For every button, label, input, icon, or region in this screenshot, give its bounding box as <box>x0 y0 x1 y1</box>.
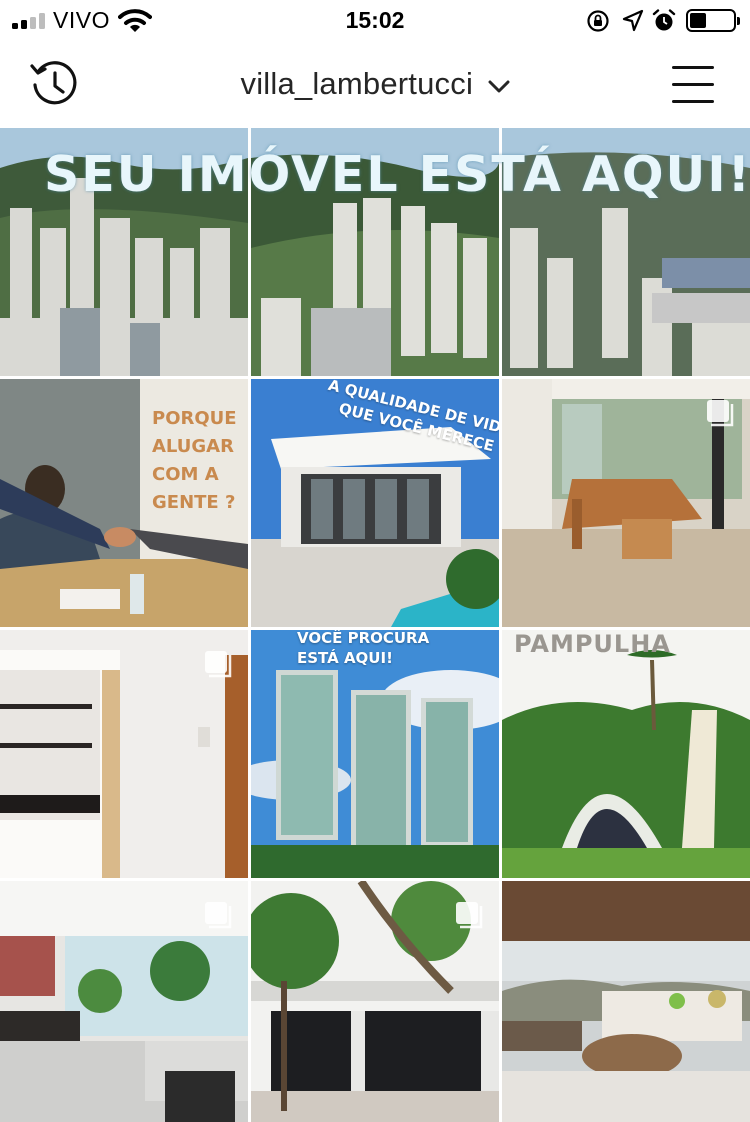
status-bar: VIVO 15:02 <box>0 0 750 42</box>
you-look-for-line: VOCÊ PROCURA <box>297 630 430 647</box>
battery-icon <box>686 9 740 32</box>
menu-icon[interactable] <box>668 62 718 108</box>
post-kitchen-niche[interactable] <box>0 630 248 878</box>
multiple-photos-icon <box>707 400 734 427</box>
post-kitchen-living[interactable] <box>0 881 248 1122</box>
rent-text-line: COM A <box>152 464 219 485</box>
post-terrace[interactable] <box>502 881 750 1122</box>
post-pampulha[interactable]: PAMPULHA <box>502 630 750 878</box>
account-switcher[interactable]: villa_lambertucci <box>0 66 750 102</box>
post-dining-room[interactable] <box>502 379 750 627</box>
rent-text-line: GENTE ? <box>152 492 236 513</box>
multiple-photos-icon <box>205 902 232 929</box>
location-arrow-icon <box>622 9 644 32</box>
post-you-look-for[interactable]: VOCÊ PROCURA ESTÁ AQUI! <box>251 630 499 878</box>
terrace-photo <box>502 881 750 1122</box>
post-rent-with-us[interactable]: PORQUE ALUGAR COM A GENTE ? <box>0 379 248 627</box>
rent-text: PORQUE ALUGAR COM A GENTE ? <box>152 405 237 517</box>
orientation-lock-icon <box>587 10 609 32</box>
profile-header: villa_lambertucci <box>0 42 750 128</box>
you-look-for-line: ESTÁ AQUI! <box>297 649 393 667</box>
rent-text-line: ALUGAR <box>152 436 234 457</box>
post-quality-of-life[interactable]: A QUALIDADE DE VIDA QUE VOCÊ MERECE <box>251 379 499 627</box>
you-look-for-text: VOCÊ PROCURA ESTÁ AQUI! <box>297 630 429 668</box>
multiple-photos-icon <box>205 651 232 678</box>
post-building-entrance[interactable] <box>251 881 499 1122</box>
pampulha-text: PAMPULHA <box>514 630 671 658</box>
multiple-photos-icon <box>456 902 483 929</box>
banner-headline: SEU IMÓVEL ESTÁ AQUI! <box>44 146 750 203</box>
username[interactable]: villa_lambertucci <box>241 66 474 101</box>
alarm-clock-icon <box>652 9 676 31</box>
pampulha-church-photo <box>502 630 750 878</box>
rent-text-line: PORQUE <box>152 408 237 429</box>
posts-grid: SEU IMÓVEL ESTÁ AQUI! PORQUE ALUGAR COM … <box>0 128 750 1122</box>
chevron-down-icon[interactable] <box>488 80 510 94</box>
